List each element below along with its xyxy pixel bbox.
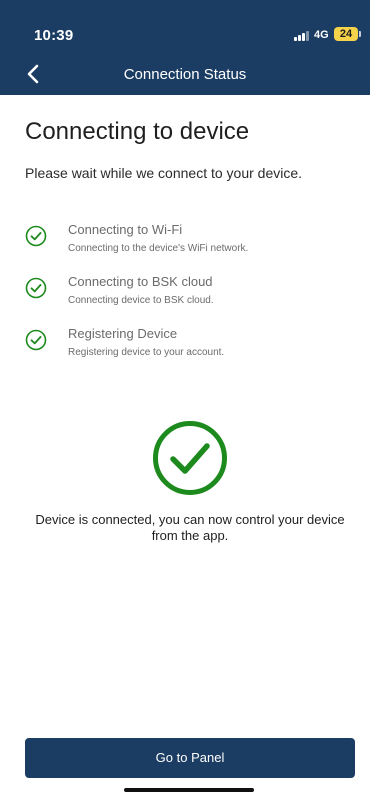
go-to-panel-button[interactable]: Go to Panel <box>25 738 355 778</box>
signal-icon <box>294 31 312 41</box>
battery-tip <box>359 31 361 37</box>
success-check-icon <box>153 421 227 495</box>
network-type: 4G <box>314 29 329 41</box>
connection-status-screen: 10:39 4G 24 Connection Status Connecting… <box>0 0 370 794</box>
step-description: Connecting device to BSK cloud. <box>68 295 214 306</box>
battery-icon: 24 <box>334 27 358 41</box>
step-connecting-cloud: Connecting to BSK cloud Connecting devic… <box>25 274 345 314</box>
step-connecting-wifi: Connecting to Wi-Fi Connecting to the de… <box>25 222 345 262</box>
header: 10:39 4G 24 Connection Status <box>0 0 370 95</box>
connected-message: Device is connected, you can now control… <box>35 512 345 543</box>
step-description: Registering device to your account. <box>68 347 225 358</box>
step-title: Registering Device <box>68 326 178 341</box>
nav-bar: Connection Status <box>0 55 370 95</box>
page-subtitle: Please wait while we connect to your dev… <box>25 165 303 181</box>
check-circle-icon <box>25 277 47 299</box>
step-title: Connecting to Wi-Fi <box>68 222 183 237</box>
step-registering-device: Registering Device Registering device to… <box>25 326 345 366</box>
check-circle-icon <box>25 225 47 247</box>
nav-title: Connection Status <box>123 66 247 83</box>
status-bar: 10:39 4G 24 <box>0 0 370 50</box>
step-description: Connecting to the device's WiFi network. <box>68 243 249 254</box>
home-indicator <box>124 788 254 792</box>
page-title: Connecting to device <box>25 118 250 145</box>
check-circle-icon <box>25 329 47 351</box>
status-time: 10:39 <box>34 27 74 44</box>
step-title: Connecting to BSK cloud <box>68 274 213 289</box>
